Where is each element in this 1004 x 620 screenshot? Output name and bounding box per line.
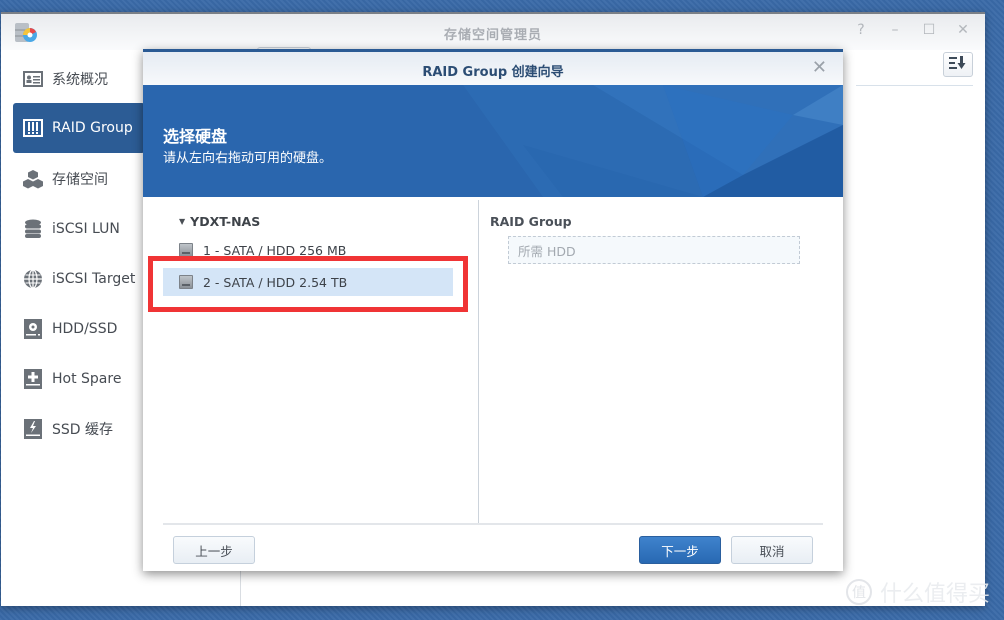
cubes-icon	[22, 168, 44, 190]
sidebar-item-overview[interactable]: 系统概况	[13, 54, 145, 104]
sidebar-item-hot-spare[interactable]: Hot Spare	[13, 354, 145, 404]
window-titlebar[interactable]: 存储空间管理员 ? – ☐ ✕	[1, 14, 985, 50]
disk-label: 1 - SATA / HDD 256 MB	[203, 242, 347, 258]
hot-spare-icon	[22, 368, 44, 390]
dialog-title: RAID Group 创建向导	[422, 65, 564, 80]
ssd-cache-icon	[22, 418, 44, 440]
cancel-button[interactable]: 取消	[731, 536, 813, 564]
raid-group-pane: RAID Group 所需 HDD	[490, 200, 823, 523]
close-icon[interactable]: ✕	[955, 22, 971, 38]
database-icon	[22, 218, 44, 240]
step-title: 选择硬盘	[163, 127, 228, 146]
globe-icon	[22, 268, 44, 290]
raid-group-wizard-dialog: RAID Group 创建向导 ✕ 选择硬盘 请从左向右拖动可用的硬盘。 ▼ Y…	[143, 49, 843, 571]
banner-background-shapes	[463, 85, 843, 197]
hdd-icon	[179, 243, 193, 257]
sidebar-item-label: 系统概况	[52, 72, 108, 88]
hdd-icon	[22, 318, 44, 340]
sort-button[interactable]	[943, 52, 973, 77]
next-button[interactable]: 下一步	[639, 536, 721, 564]
overview-icon	[22, 68, 44, 90]
sidebar-item-storage-space[interactable]: 存储空间	[13, 154, 145, 204]
sidebar-item-hdd-ssd[interactable]: HDD/SSD	[13, 304, 145, 354]
sidebar-item-label: HDD/SSD	[52, 321, 118, 337]
caret-down-icon: ▼	[179, 217, 186, 226]
dialog-footer: 上一步 下一步 取消	[143, 524, 843, 571]
maximize-icon[interactable]: ☐	[921, 22, 937, 38]
nas-name: YDXT-NAS	[190, 214, 261, 229]
window-title: 存储空间管理员	[443, 28, 542, 43]
hdd-icon	[179, 275, 193, 289]
sidebar-item-label: iSCSI Target	[52, 271, 136, 287]
dialog-titlebar[interactable]: RAID Group 创建向导 ✕	[143, 52, 843, 85]
wizard-body: ▼ YDXT-NAS 1 - SATA / HDD 256 MB 2 - SAT…	[148, 200, 823, 525]
close-icon[interactable]: ✕	[812, 58, 827, 78]
hdd-drop-zone[interactable]: 所需 HDD	[508, 236, 800, 264]
sidebar-item-iscsi-lun[interactable]: iSCSI LUN	[13, 204, 145, 254]
sidebar-item-ssd-cache[interactable]: SSD 缓存	[13, 404, 145, 454]
wizard-banner: 选择硬盘 请从左向右拖动可用的硬盘。	[143, 85, 843, 197]
disk-item[interactable]: 1 - SATA / HDD 256 MB	[163, 236, 453, 264]
watermark-badge: 值	[845, 579, 872, 605]
sidebar-item-label: 存储空间	[52, 172, 108, 188]
sort-icon	[949, 55, 967, 74]
help-icon[interactable]: ?	[853, 22, 869, 38]
raid-icon	[22, 117, 44, 139]
content-divider	[856, 85, 973, 86]
sidebar-item-label: SSD 缓存	[52, 422, 114, 438]
disk-label: 2 - SATA / HDD 2.54 TB	[203, 274, 348, 290]
step-subtitle: 请从左向右拖动可用的硬盘。	[163, 151, 333, 166]
disk-item-selected[interactable]: 2 - SATA / HDD 2.54 TB	[163, 268, 453, 296]
back-button[interactable]: 上一步	[173, 536, 255, 564]
raid-group-label: RAID Group	[490, 214, 572, 229]
sidebar-item-iscsi-target[interactable]: iSCSI Target	[13, 254, 145, 304]
watermark-text: 什么值得买	[879, 582, 990, 607]
available-disks-pane: ▼ YDXT-NAS 1 - SATA / HDD 256 MB 2 - SAT…	[148, 200, 479, 523]
sidebar-item-raid-group[interactable]: RAID Group	[13, 103, 145, 153]
sidebar-item-label: RAID Group	[52, 120, 133, 136]
sidebar-item-label: iSCSI LUN	[52, 221, 120, 237]
minimize-icon[interactable]: –	[887, 22, 903, 38]
sidebar-item-label: Hot Spare	[52, 371, 122, 387]
nas-tree-node[interactable]: ▼ YDXT-NAS	[179, 214, 260, 229]
watermark: 值 什么值得买	[845, 576, 990, 608]
